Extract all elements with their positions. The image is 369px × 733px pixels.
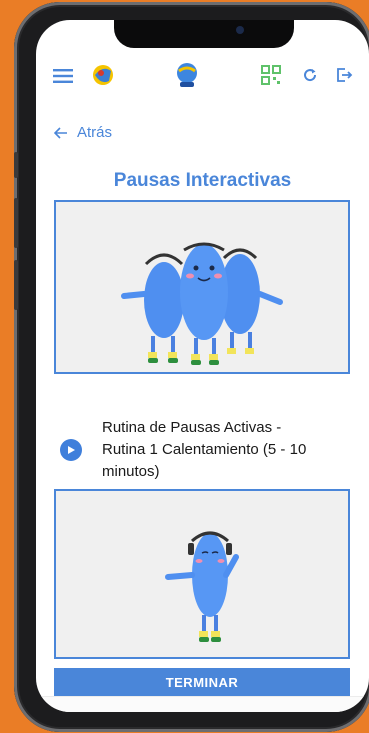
phone-notch (114, 20, 294, 48)
back-link[interactable]: Atrás (54, 124, 112, 141)
back-icon[interactable] (286, 711, 306, 712)
system-nav-bar (36, 696, 369, 712)
back-label: Atrás (77, 124, 113, 141)
center-logo (172, 60, 202, 90)
volume-down-button (14, 260, 18, 310)
recent-apps-icon[interactable] (100, 711, 120, 712)
app-screen: Atrás Pausas Interactivas Rutina de Paus… (36, 20, 369, 712)
character-illustration (165, 531, 239, 642)
top-toolbar (36, 54, 369, 98)
mute-switch (14, 152, 18, 178)
logout-icon[interactable] (334, 65, 354, 85)
front-camera (236, 26, 244, 34)
app-logo[interactable] (90, 62, 116, 88)
refresh-icon[interactable] (300, 65, 320, 85)
finish-button[interactable]: TERMINAR (54, 668, 350, 696)
routine-image-card[interactable] (54, 200, 350, 374)
characters-illustration (121, 242, 283, 365)
volume-up-button (14, 198, 18, 248)
page-title: Pausas Interactivas (113, 170, 292, 191)
hamburger-menu-icon[interactable] (52, 66, 74, 86)
routine-title: Rutina de Pausas Activas - Rutina 1 Cale… (102, 419, 307, 480)
routine-image-card-2[interactable] (54, 489, 350, 659)
arrow-left-icon (54, 126, 67, 139)
qr-code-icon[interactable] (260, 64, 282, 86)
home-icon[interactable] (193, 711, 213, 712)
play-icon[interactable] (60, 439, 82, 461)
